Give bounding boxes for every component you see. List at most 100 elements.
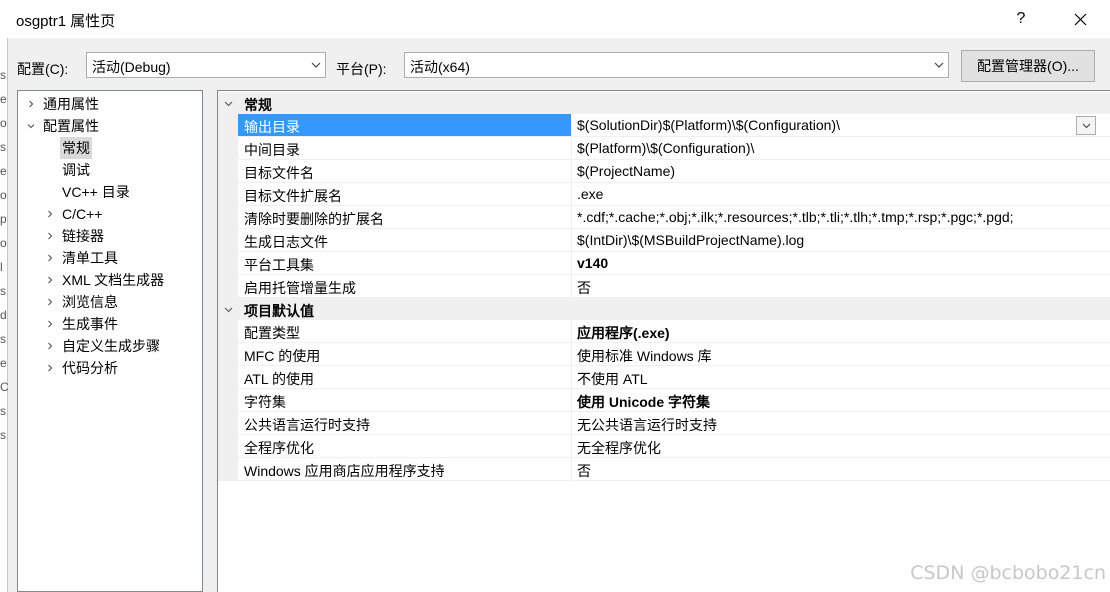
property-row[interactable]: 平台工具集 v140 [218,252,1110,275]
chevron-right-icon[interactable] [25,93,37,115]
close-button[interactable] [1057,4,1103,34]
property-value[interactable]: 不使用 ATL [573,366,1110,389]
property-value[interactable]: $(ProjectName) [573,160,1110,183]
property-row[interactable]: 目标文件名 $(ProjectName) [218,160,1110,183]
value-dropdown-button[interactable] [1076,116,1096,135]
background-text-fragment: s [0,68,6,82]
row-gutter [218,275,238,298]
property-name: 字符集 [238,389,572,412]
background-window-strip: seoseopolsdseCss [0,38,8,592]
tree-item[interactable]: C/C++ [18,203,202,225]
chevron-down-icon[interactable] [222,298,234,320]
tree-item-label: 代码分析 [62,360,118,376]
row-gutter [218,343,238,366]
property-value[interactable]: v140 [573,252,1110,275]
property-value[interactable]: 使用标准 Windows 库 [573,343,1110,366]
row-gutter [218,389,238,412]
background-text-fragment: e [0,164,7,178]
help-button[interactable]: ? [998,4,1044,34]
property-row[interactable]: MFC 的使用 使用标准 Windows 库 [218,343,1110,366]
row-gutter [218,458,238,481]
property-name: Windows 应用商店应用程序支持 [238,458,572,481]
property-row[interactable]: 生成日志文件 $(IntDir)\$(MSBuildProjectName).lo… [218,229,1110,252]
property-name: MFC 的使用 [238,343,572,366]
tree-item[interactable]: 配置属性 [18,115,202,137]
chevron-right-icon[interactable] [44,357,56,379]
property-value[interactable]: 无公共语言运行时支持 [573,412,1110,435]
background-text-fragment: o [0,116,7,130]
background-text-fragment: o [0,236,7,250]
tree-item[interactable]: 浏览信息 [18,291,202,313]
tree-item[interactable]: 生成事件 [18,313,202,335]
chevron-down-icon[interactable] [25,115,37,137]
property-value[interactable]: $(Platform)\$(Configuration)\ [573,137,1110,160]
background-text-fragment: e [0,356,7,370]
property-row[interactable]: 中间目录 $(Platform)\$(Configuration)\ [218,137,1110,160]
chevron-right-icon[interactable] [44,269,56,291]
background-text-fragment: s [0,332,6,346]
property-value[interactable]: .exe [573,183,1110,206]
config-manager-button[interactable]: 配置管理器(O)... [961,50,1095,82]
chevron-right-icon[interactable] [44,313,56,335]
property-category[interactable]: 常规 [218,92,1110,114]
property-value[interactable]: *.cdf;*.cache;*.obj;*.ilk;*.resources;*.… [573,206,1110,229]
chevron-right-icon[interactable] [44,225,56,247]
property-row[interactable]: 配置类型 应用程序(.exe) [218,320,1110,343]
background-text-fragment: C [0,380,8,394]
property-category[interactable]: 项目默认值 [218,298,1110,320]
property-value[interactable]: 无全程序优化 [573,435,1110,458]
tree-item-label: 自定义生成步骤 [62,338,160,354]
tree-item[interactable]: XML 文档生成器 [18,269,202,291]
tree-item[interactable]: 清单工具 [18,247,202,269]
property-value[interactable]: $(IntDir)\$(MSBuildProjectName).log [573,229,1110,252]
tree-item[interactable]: 代码分析 [18,357,202,379]
tree-item-label: 生成事件 [62,316,118,332]
property-row[interactable]: 清除时要删除的扩展名 *.cdf;*.cache;*.obj;*.ilk;*.re… [218,206,1110,229]
background-text-fragment: e [0,92,7,106]
chevron-right-icon[interactable] [44,247,56,269]
tree-item[interactable]: 通用属性 [18,93,202,115]
property-name: 配置类型 [238,320,572,343]
title-bar: osgptr1 属性页 ? [0,0,1110,38]
platform-value: 活动(x64) [410,59,470,75]
background-text-fragment: s [0,428,6,442]
chevron-right-icon[interactable] [44,203,56,225]
tree-item-label: C/C++ [62,206,103,222]
property-row[interactable]: 全程序优化 无全程序优化 [218,435,1110,458]
property-value[interactable]: 应用程序(.exe) [573,320,1110,343]
property-row[interactable]: 启用托管增量生成否 [218,275,1110,298]
chevron-down-icon [1082,123,1090,129]
tree-item[interactable]: 自定义生成步骤 [18,335,202,357]
platform-dropdown[interactable]: 活动(x64) [404,52,949,78]
chevron-right-icon[interactable] [44,291,56,313]
tree-item-label: 常规 [60,137,92,159]
tree-item-label: VC++ 目录 [62,184,130,200]
property-name: 生成日志文件 [238,229,572,252]
tree-item-label: 配置属性 [43,118,99,134]
property-row[interactable]: 目标文件扩展名 .exe [218,183,1110,206]
tree-item[interactable]: VC++ 目录 [18,181,202,203]
property-row[interactable]: ATL 的使用 不使用 ATL [218,366,1110,389]
tree-item[interactable]: 常规 [18,137,202,159]
property-value[interactable]: 否 [573,458,1110,481]
chevron-right-icon[interactable] [44,335,56,357]
property-row[interactable]: Windows 应用商店应用程序支持否 [218,458,1110,481]
chevron-down-icon [934,62,944,68]
property-row[interactable]: 字符集 使用 Unicode 字符集 [218,389,1110,412]
window-title: osgptr1 属性页 [16,13,116,30]
property-tree: 通用属性配置属性常规调试 VC++ 目录 C/C++ 链接器 清单工具 XML 文档生成器… [17,90,203,592]
property-row[interactable]: 公共语言运行时支持 无公共语言运行时支持 [218,412,1110,435]
chevron-down-icon[interactable] [222,92,234,114]
category-title: 常规 [244,97,272,113]
background-text-fragment: o [0,188,7,202]
tree-item[interactable]: 链接器 [18,225,202,247]
property-value[interactable]: $(SolutionDir)$(Platform)\$(Configuratio… [573,114,1110,137]
property-name: 清除时要删除的扩展名 [238,206,572,229]
property-row[interactable]: 输出目录 $(SolutionDir)$(Platform)\$(Configur… [218,114,1110,137]
config-dropdown[interactable]: 活动(Debug) [86,52,326,78]
tree-item-label: 调试 [62,162,90,178]
config-label: 配置(C): [17,61,69,77]
property-value[interactable]: 使用 Unicode 字符集 [573,389,1110,412]
property-value[interactable]: 否 [573,275,1110,298]
tree-item[interactable]: 调试 [18,159,202,181]
